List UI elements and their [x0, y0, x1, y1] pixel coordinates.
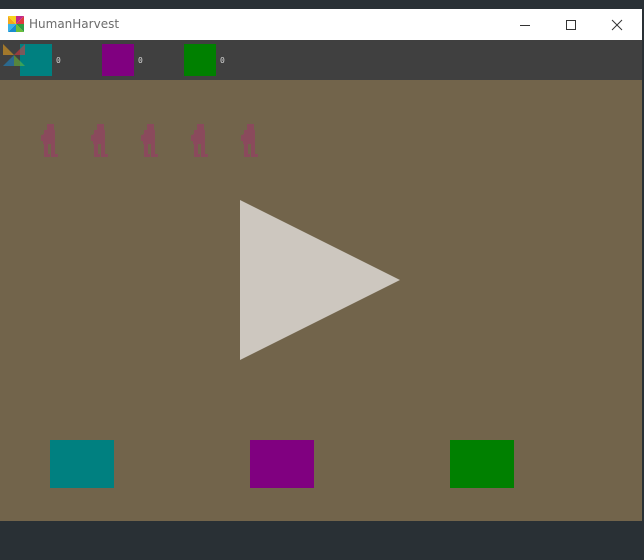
game-playfield[interactable] [0, 80, 642, 521]
human-sprite [41, 124, 58, 157]
minimize-icon [520, 24, 530, 26]
purple-resource-swatch [102, 44, 134, 76]
green-drop-pad[interactable] [450, 440, 514, 488]
resource-hud: 0 0 0 [0, 40, 642, 80]
window-title: HumanHarvest [29, 17, 120, 31]
purple-drop-pad[interactable] [250, 440, 314, 488]
maximize-button[interactable] [548, 9, 594, 40]
play-button[interactable] [240, 200, 400, 360]
teal-resource-count: 0 [56, 56, 61, 65]
close-icon [611, 19, 623, 30]
maximize-icon [566, 19, 576, 30]
human-sprite [141, 124, 158, 157]
human-sprite [91, 124, 108, 157]
teal-drop-pad[interactable] [50, 440, 114, 488]
human-sprite [191, 124, 208, 157]
human-sprite [241, 124, 258, 157]
green-resource-swatch [184, 44, 216, 76]
play-icon [240, 200, 400, 360]
purple-resource-count: 0 [138, 56, 143, 65]
minimize-button[interactable] [502, 9, 548, 40]
game-logo-icon [3, 44, 25, 66]
game-window: HumanHarvest 0 0 0 [0, 9, 642, 521]
green-resource-count: 0 [220, 56, 225, 65]
app-icon [8, 16, 24, 32]
title-bar[interactable]: HumanHarvest [0, 9, 642, 40]
close-button[interactable] [594, 9, 640, 40]
